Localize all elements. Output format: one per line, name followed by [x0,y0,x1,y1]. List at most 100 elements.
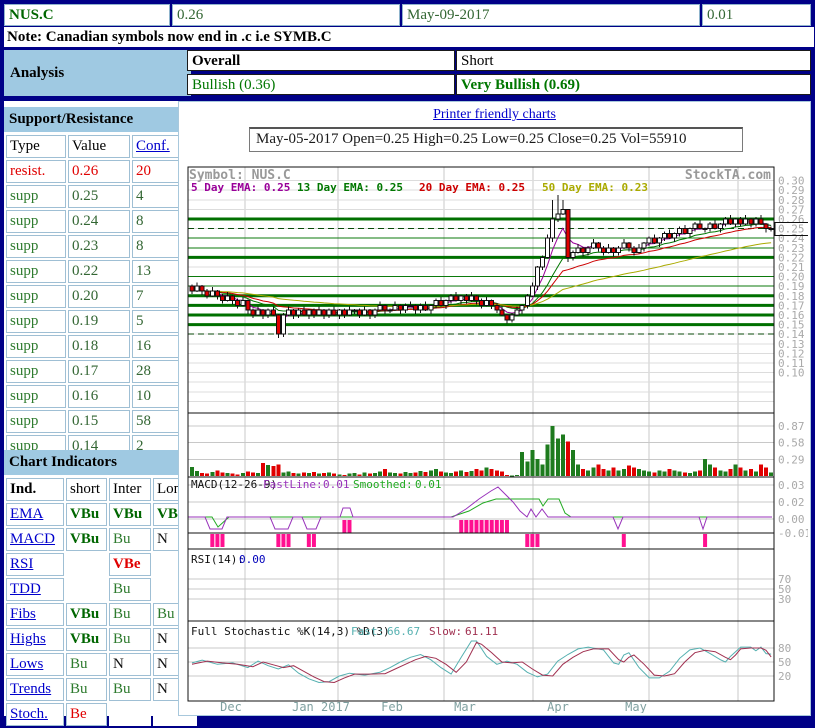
candle-body [530,286,534,296]
stoch-axis-label: 80 [778,642,791,655]
ci-name-cell[interactable]: RSI [6,553,64,576]
indicator-link-tdd[interactable]: TDD [10,581,41,597]
volume-bar [439,471,443,476]
indicator-link-lows[interactable]: Lows [10,656,43,672]
ci-name-cell[interactable]: Fibs [6,603,64,626]
candle-body [520,305,524,310]
volume-bar [368,474,372,476]
candle-body [393,305,397,310]
printer-friendly-charts-link[interactable]: Printer friendly charts [433,107,556,122]
candle-body [276,315,280,334]
ci-row: EMAVBuVBuVBu [6,503,197,526]
candle-body [561,209,565,214]
candle-body [403,305,407,310]
candle-body [708,224,712,229]
macd-histogram-bar [622,534,626,547]
candle-body [337,310,341,315]
sr-value-cell: 0.17 [68,360,130,383]
ci-name-cell[interactable]: MACD [6,528,64,551]
volume-bar [668,469,672,476]
stock-chart: Symbol: NUS.CStockTA.com5 Day EMA: 0.251… [179,154,808,713]
candle-body [368,310,372,315]
volume-bar [637,469,641,476]
ci-row: Stoch. Be [6,703,197,726]
quote-date: May-09-2017 [402,4,700,26]
macd-histogram-bar [525,534,529,547]
chart-indicators-title: Chart Indicators [4,450,178,475]
volume-bar [287,471,291,476]
candle-body [617,248,621,253]
sr-value-cell: 0.18 [68,335,130,358]
indicator-link-stoch[interactable]: Stoch. [10,706,48,722]
candle-body [266,310,270,315]
candle-body [662,233,666,238]
ci-header-ind: Ind. [6,478,64,501]
ci-signal-cell: Be [66,703,107,726]
candle-body [525,296,529,306]
macd-histogram-bar [464,520,468,533]
ci-signal-cell: VBu [66,503,107,526]
ci-name-cell[interactable]: Highs [6,628,64,651]
candle-body [287,310,291,315]
volume-bar [596,465,600,477]
indicator-link-macd[interactable]: MACD [10,531,55,547]
volume-bar [464,472,468,476]
ci-name-cell[interactable]: Lows [6,653,64,676]
macd-histogram-bar [220,534,224,547]
analysis-overall-value: Bullish (0.36) [187,74,455,95]
volume-bar [231,474,235,476]
volume-bar [393,473,397,476]
volume-bar [739,467,743,476]
volume-bar [403,472,407,476]
macd-fast-value: 0.01 [323,478,350,491]
candle-body [642,243,646,248]
indicator-link-rsi[interactable]: RSI [10,556,33,572]
volume-bar [480,470,484,476]
ci-row: LowsBuNN [6,653,197,676]
quote-symbol[interactable]: NUS.C [4,4,170,26]
macd-histogram-bar [276,534,280,547]
candle-body [754,219,758,224]
candle-body [683,229,687,234]
volume-bar [302,473,306,476]
candle-body [764,224,768,229]
volume-bar [256,473,260,476]
indicator-link-ema[interactable]: EMA [10,506,43,522]
candle-body [571,253,575,258]
volume-bar [383,469,387,476]
sr-conf-cell: 8 [132,210,183,233]
month-axis-label: Feb [381,700,403,713]
ci-name-cell[interactable]: Stoch. [6,703,64,726]
ci-row: FibsVBuBuBu [6,603,197,626]
indicator-link-trends[interactable]: Trends [10,681,51,697]
macd-histogram-bar [480,520,484,533]
indicator-link-highs[interactable]: Highs [10,631,46,647]
candle-body [414,305,418,310]
sr-row: supp0.2213 [6,260,183,283]
ci-name-cell[interactable]: EMA [6,503,64,526]
ci-row: MACDVBuBuN [6,528,197,551]
volume-bar [530,450,534,476]
indicator-link-fibs[interactable]: Fibs [10,606,36,622]
candle-body [469,296,473,301]
candle-body [231,296,235,301]
volume-bar [652,473,656,476]
macd-histogram-bar [312,534,316,547]
volume-bar [612,467,616,476]
candle-body [408,305,412,306]
candle-body [322,310,326,315]
ci-name-cell[interactable]: TDD [6,578,64,601]
ci-name-cell[interactable]: Trends [6,678,64,701]
candle-body [759,219,763,224]
ci-row: TDD Bu [6,578,197,601]
candle-body [551,219,555,238]
ci-header-inter: Inter [109,478,151,501]
candle-body [505,315,509,320]
sr-header-conf[interactable]: Conf. [132,135,183,158]
volume-bar [449,473,453,476]
conf-link[interactable]: Conf. [136,138,170,154]
volume-axis-label: 0.58 M [778,437,808,450]
volume-bar [398,474,402,476]
macd-histogram-bar [490,520,494,533]
candle-body [373,310,377,315]
